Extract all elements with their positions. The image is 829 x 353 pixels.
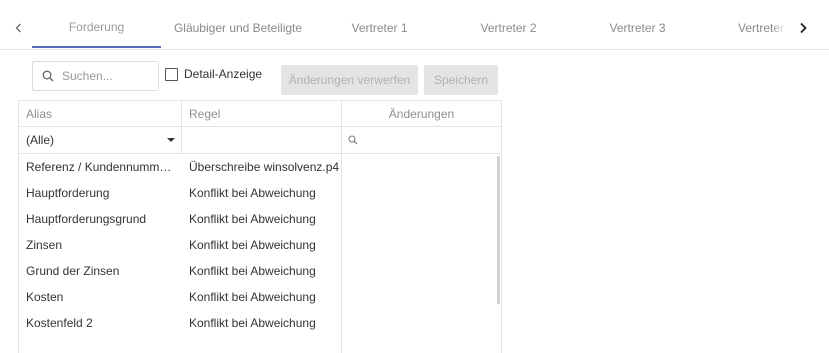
- tab-bar-top-border: [0, 0, 829, 8]
- alias-cell: Kosten: [26, 290, 64, 304]
- alias-cell: Zinsen: [26, 238, 63, 252]
- tab-label: Gläubiger und Beteiligte: [173, 21, 303, 35]
- table-row[interactable]: Kostenfeld 2 Konflikt bei Abweichung: [19, 310, 341, 336]
- regel-cell: Konflikt bei Abweichung: [189, 264, 316, 278]
- chevron-right-icon: [800, 22, 807, 34]
- search-box[interactable]: [32, 61, 159, 91]
- tab-bar: Forderung Gläubiger und Beteiligte Vertr…: [0, 0, 829, 50]
- save-button[interactable]: Speichern: [424, 65, 498, 95]
- table-row[interactable]: Referenz / Kundennummer / Auftragsnummer…: [19, 154, 341, 180]
- tab-label: Vertreter 4: [738, 21, 793, 35]
- search-icon: [348, 135, 358, 145]
- regel-cell: Konflikt bei Abweichung: [189, 238, 316, 252]
- aenderungen-filter-search[interactable]: [342, 127, 501, 153]
- column-divider: [341, 100, 342, 353]
- grid-header: Alias Regel Änderungen: [19, 100, 501, 127]
- tab-label: Vertreter 3: [609, 21, 666, 35]
- table-row[interactable]: Hauptforderungsgrund Konflikt bei Abweic…: [19, 206, 341, 232]
- tab-glaeubiger-und-beteiligte[interactable]: Gläubiger und Beteiligte: [161, 8, 315, 48]
- alias-filter-value: (Alle): [26, 133, 55, 147]
- filter-row: (Alle): [19, 127, 501, 154]
- table-row[interactable]: Zinsen Konflikt bei Abweichung: [19, 232, 341, 258]
- tab-vertreter-1[interactable]: Vertreter 1: [315, 8, 444, 48]
- alias-filter-select[interactable]: (Alle): [19, 127, 181, 153]
- discard-changes-button[interactable]: Änderungen verwerfen: [281, 65, 418, 95]
- tab-scroll-left-button[interactable]: [8, 8, 30, 48]
- chevron-left-icon: [15, 23, 21, 33]
- tab-label: Forderung: [68, 20, 125, 34]
- column-header-alias[interactable]: Alias: [19, 101, 181, 127]
- alias-cell: Kostenfeld 2: [26, 316, 93, 330]
- regel-cell: Überschreibe winsolvenz.p4: [189, 160, 340, 174]
- detail-anzeige-checkbox[interactable]: [165, 67, 178, 81]
- regel-cell: Konflikt bei Abweichung: [189, 212, 316, 226]
- grid-scrollbar[interactable]: [497, 156, 500, 304]
- tab-label: Vertreter 2: [480, 21, 537, 35]
- table-row[interactable]: Grund der Zinsen Konflikt bei Abweichung: [19, 258, 341, 284]
- detail-anzeige-label: Detail-Anzeige: [184, 67, 263, 81]
- rules-grid: Alias Regel Änderungen (Alle) Referenz /…: [18, 100, 502, 353]
- detail-anzeige-toggle[interactable]: Detail-Anzeige: [165, 67, 262, 81]
- regel-cell: Konflikt bei Abweichung: [189, 316, 316, 330]
- alias-text: Referenz / Kundennummer / Auftragsnummer: [26, 160, 181, 174]
- table-row[interactable]: Hauptforderung Konflikt bei Abweichung: [19, 180, 341, 206]
- column-header-regel[interactable]: Regel: [182, 101, 341, 127]
- tab-forderung[interactable]: Forderung: [32, 8, 161, 48]
- search-input[interactable]: [62, 69, 152, 83]
- tab-label: Vertreter 1: [351, 21, 408, 35]
- search-icon: [42, 70, 54, 82]
- regel-cell: Konflikt bei Abweichung: [189, 186, 316, 200]
- tab-scroll-right-button[interactable]: [793, 8, 813, 48]
- dropdown-caret-icon: [167, 138, 175, 142]
- alias-cell: Hauptforderungsgrund: [26, 212, 147, 226]
- alias-cell: Grund der Zinsen: [26, 264, 120, 278]
- tab-vertreter-2[interactable]: Vertreter 2: [444, 8, 573, 48]
- tab-vertreter-4[interactable]: Vertreter 4: [702, 8, 793, 48]
- regel-cell: Konflikt bei Abweichung: [189, 290, 316, 304]
- column-divider: [181, 100, 182, 154]
- regel-filter-cell[interactable]: [182, 127, 341, 153]
- alias-cell: Hauptforderung: [26, 186, 110, 200]
- tab-vertreter-3[interactable]: Vertreter 3: [573, 8, 702, 48]
- table-row[interactable]: Kosten Konflikt bei Abweichung: [19, 284, 341, 310]
- alias-cell: Referenz / Kundennummer / Auftragsnummer: [19, 154, 181, 180]
- column-header-aenderungen[interactable]: Änderungen: [342, 101, 501, 127]
